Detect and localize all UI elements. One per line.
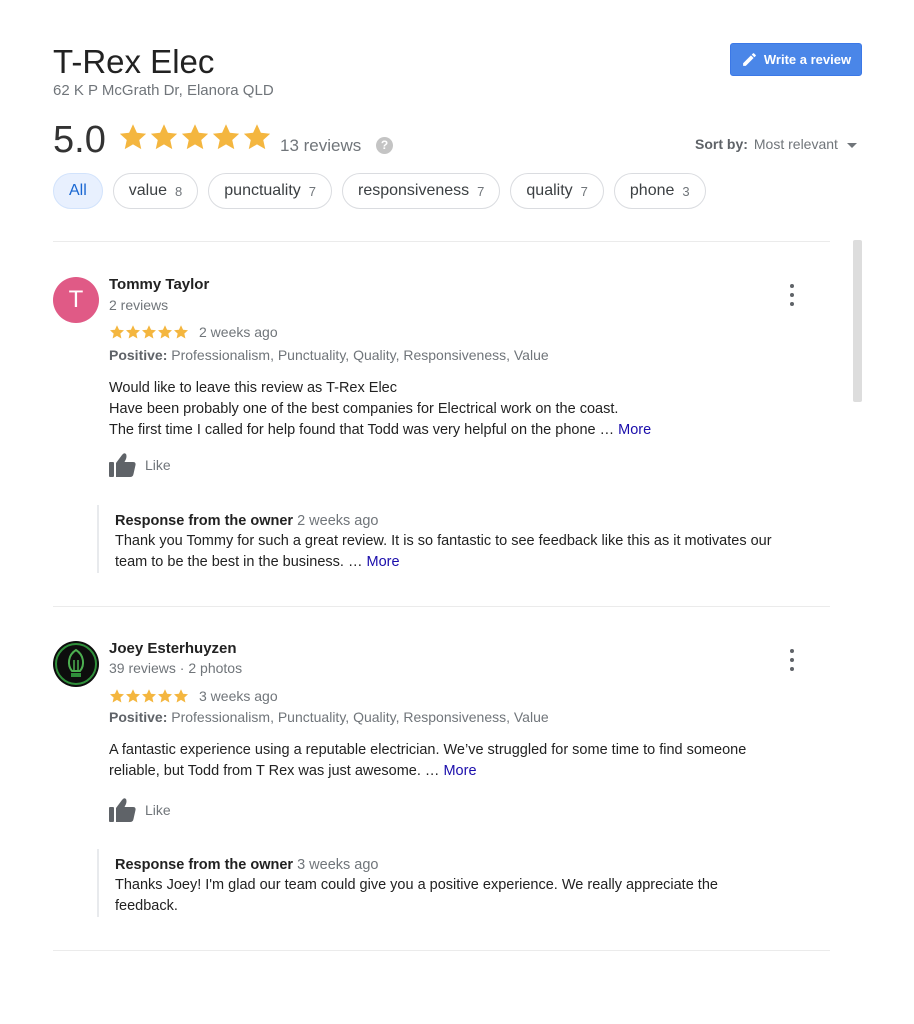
filter-chip-phone[interactable]: phone 3 (613, 173, 706, 209)
chip-count: 7 (580, 183, 588, 199)
review-date: 2 weeks ago (199, 324, 278, 340)
divider (53, 950, 830, 951)
chip-label: phone (629, 182, 675, 199)
review-line: The first time I called for help found t… (109, 422, 652, 438)
more-options-icon[interactable] (784, 649, 800, 671)
star-icon (142, 325, 156, 339)
sort-dropdown[interactable]: Sort by: Most relevant (695, 136, 857, 152)
avatar[interactable] (53, 641, 99, 687)
review-stars (109, 324, 189, 340)
chip-count: 8 (175, 183, 183, 199)
review-stars (109, 688, 189, 704)
star-icon (126, 325, 140, 339)
positive-label: Positive: (109, 347, 168, 363)
chip-label: responsiveness (358, 182, 470, 199)
chip-count: 3 (682, 183, 690, 199)
chip-label: quality (526, 182, 573, 199)
average-stars (118, 122, 272, 152)
star-icon (110, 325, 124, 339)
business-name: T-Rex Elec (53, 43, 215, 80)
owner-response-line: Thanks Joey! I'm glad our team could giv… (115, 877, 718, 893)
help-icon[interactable]: ? (376, 137, 393, 154)
more-link[interactable]: More (366, 554, 399, 570)
reviewer-name[interactable]: Tommy Taylor (109, 276, 209, 293)
business-address: 62 K P McGrath Dr, Elanora QLD (53, 82, 274, 99)
positive-attributes: Positive: Professionalism, Punctuality, … (109, 709, 549, 725)
sort-value: Most relevant (753, 136, 838, 152)
owner-response-header: Response from the owner 2 weeks ago (115, 511, 835, 531)
filter-chip-value[interactable]: value 8 (112, 173, 199, 209)
star-icon (158, 689, 172, 703)
star-icon (212, 124, 240, 150)
scrollbar-thumb[interactable] (853, 240, 862, 402)
filter-chip-quality[interactable]: quality 7 (510, 173, 604, 209)
owner-response-title: Response from the owner (115, 513, 294, 529)
review-line: A fantastic experience using a reputable… (109, 742, 747, 758)
filter-chip-responsiveness[interactable]: responsiveness 7 (342, 173, 501, 209)
review-text: A fantastic experience using a reputable… (109, 740, 746, 782)
divider (53, 241, 830, 242)
more-link[interactable]: More (618, 422, 651, 438)
star-icon (174, 325, 188, 339)
reviewer-name[interactable]: Joey Esterhuyzen (109, 640, 237, 657)
chip-count: 7 (308, 183, 316, 199)
star-icon (142, 689, 156, 703)
lightbulb-logo-icon (55, 643, 97, 685)
reviewer-meta: 2 reviews (109, 297, 169, 313)
review-rating: 2 weeks ago (109, 324, 278, 340)
star-icon (181, 124, 209, 150)
review-rating: 3 weeks ago (109, 688, 278, 704)
star-icon (150, 124, 178, 150)
review-line: reliable, but Todd from T Rex was just a… (109, 763, 477, 779)
write-review-label: Write a review (763, 52, 852, 67)
average-score: 5.0 (53, 119, 106, 161)
review-count-link[interactable]: 13 reviews (280, 136, 361, 156)
star-icon (174, 689, 188, 703)
star-icon (119, 124, 147, 150)
review-date: 3 weeks ago (199, 688, 278, 704)
avatar[interactable]: T (53, 277, 99, 323)
sort-label: Sort by: (695, 136, 748, 152)
positive-attributes: Positive: Professionalism, Punctuality, … (109, 347, 549, 363)
owner-response-header: Response from the owner 3 weeks ago (115, 855, 835, 875)
positive-text: Professionalism, Punctuality, Quality, R… (171, 709, 549, 725)
positive-text: Professionalism, Punctuality, Quality, R… (171, 347, 549, 363)
topic-filter-chips: All value 8 punctuality 7 responsiveness… (53, 173, 706, 209)
star-icon (110, 689, 124, 703)
review-text: Would like to leave this review as T-Rex… (109, 378, 651, 441)
owner-response: Response from the owner 2 weeks ago Thank… (97, 505, 835, 573)
review-line: Have been probably one of the best compa… (109, 401, 619, 417)
star-icon (243, 124, 271, 150)
owner-response-date: 2 weeks ago (297, 513, 379, 529)
owner-response-line: team to be the best in the business. … M… (115, 554, 400, 570)
reviewer-meta: 39 reviews · 2 photos (109, 660, 243, 676)
chip-label: value (128, 182, 168, 199)
thumbs-up-icon (109, 798, 136, 822)
owner-response-line: Thank you Tommy for such a great review.… (115, 533, 772, 549)
pencil-icon (743, 53, 756, 66)
like-button[interactable]: Like (109, 452, 171, 477)
owner-response: Response from the owner 3 weeks ago Thank… (97, 849, 835, 917)
filter-chip-punctuality[interactable]: punctuality 7 (208, 173, 332, 209)
owner-response-date: 3 weeks ago (297, 857, 379, 873)
review-line: Would like to leave this review as T-Rex… (109, 380, 397, 396)
star-icon (126, 689, 140, 703)
more-options-icon[interactable] (784, 284, 800, 306)
chip-label: punctuality (224, 182, 301, 199)
owner-response-title: Response from the owner (115, 857, 294, 873)
write-review-button[interactable]: Write a review (730, 43, 862, 76)
thumbs-up-icon (109, 453, 136, 477)
chip-count: 7 (477, 183, 485, 199)
like-button[interactable]: Like (109, 797, 171, 822)
like-label: Like (145, 801, 171, 818)
like-label: Like (145, 456, 171, 473)
caret-down-icon (846, 142, 857, 148)
divider (53, 606, 830, 607)
positive-label: Positive: (109, 709, 168, 725)
owner-response-line: feedback. (115, 898, 178, 914)
star-icon (158, 325, 172, 339)
more-link[interactable]: More (443, 763, 476, 779)
filter-chip-all[interactable]: All (53, 173, 103, 209)
chip-label: All (69, 182, 87, 199)
